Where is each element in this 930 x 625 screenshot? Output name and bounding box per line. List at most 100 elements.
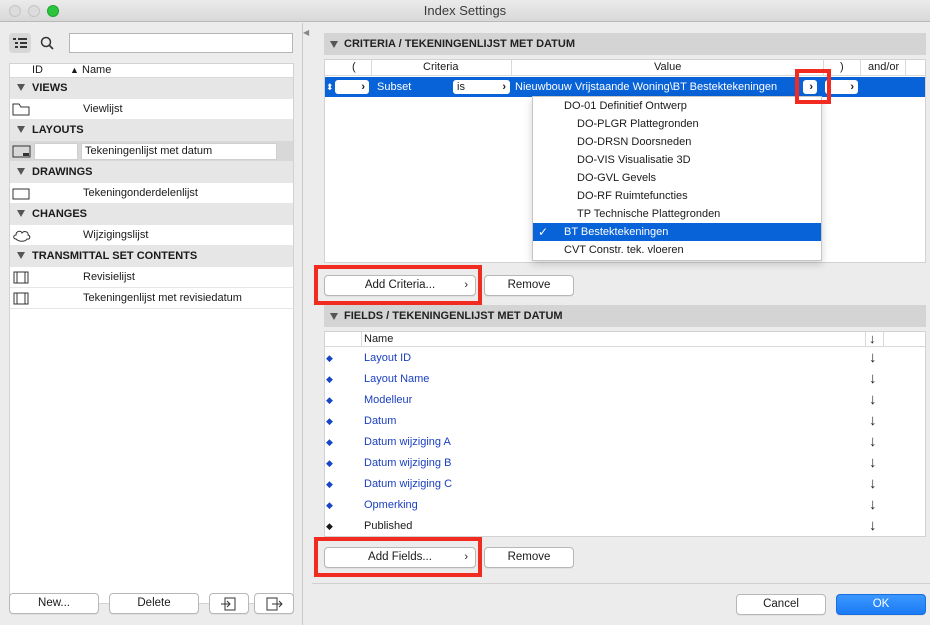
tree-item-tekeningonderdelenlijst[interactable]: Tekeningonderdelenlijst bbox=[10, 183, 293, 204]
highlight-value-popup bbox=[795, 69, 831, 104]
sort-ascending-icon: ▲ bbox=[70, 65, 79, 75]
sort-arrow-icon[interactable]: ↓ bbox=[869, 496, 877, 513]
disclosure-triangle-icon[interactable] bbox=[17, 168, 25, 175]
group-label: VIEWS bbox=[32, 82, 68, 94]
transmittal-icon bbox=[13, 292, 29, 305]
field-row[interactable]: ◆ Opmerking ↓ bbox=[325, 495, 925, 516]
column-name[interactable]: Name bbox=[82, 64, 111, 76]
tree-item-wijzigingslijst[interactable]: Wijzigingslijst bbox=[10, 225, 293, 246]
menu-item[interactable]: CVT Constr. tek. vloeren bbox=[533, 241, 821, 259]
fields-table: Name ↓ ◆ Layout ID ↓ ◆ Layout Name ↓ ◆ Modell… bbox=[324, 331, 926, 537]
disclosure-triangle-icon[interactable] bbox=[17, 210, 25, 217]
remove-fields-button[interactable]: Remove bbox=[484, 547, 574, 568]
field-row[interactable]: ◆ Published ↓ bbox=[325, 516, 925, 537]
sort-arrow-icon[interactable]: ↓ bbox=[869, 370, 877, 387]
disclosure-triangle-icon[interactable] bbox=[330, 41, 338, 48]
row-drag-handle-icon[interactable]: ⬍ bbox=[326, 82, 334, 93]
drag-handle-icon[interactable]: ◆ bbox=[326, 374, 333, 385]
group-layouts[interactable]: LAYOUTS bbox=[10, 120, 293, 141]
left-panel: ID ▲ Name VIEWS Viewlijst LAYOUTS Tekeni… bbox=[0, 23, 303, 625]
ok-button[interactable]: OK bbox=[836, 594, 926, 615]
field-row[interactable]: ◆ Datum wijziging B ↓ bbox=[325, 453, 925, 474]
group-drawings[interactable]: DRAWINGS bbox=[10, 162, 293, 183]
minimize-window-button[interactable] bbox=[28, 5, 40, 17]
disclosure-triangle-icon[interactable] bbox=[17, 252, 25, 259]
drag-handle-icon[interactable]: ◆ bbox=[326, 479, 333, 490]
tree-item-viewlijst[interactable]: Viewlijst bbox=[10, 99, 293, 120]
menu-item[interactable]: DO-RF Ruimtefuncties bbox=[533, 187, 821, 205]
group-transmittal-set-contents[interactable]: TRANSMITTAL SET CONTENTS bbox=[10, 246, 293, 267]
delete-button[interactable]: Delete bbox=[109, 593, 199, 614]
menu-item[interactable]: DO-01 Definitief Ontwerp bbox=[533, 97, 821, 115]
field-row[interactable]: ◆ Datum ↓ bbox=[325, 411, 925, 432]
criteria-row[interactable]: ⬍ › Subset is › Nieuwbouw Vrijstaande Won… bbox=[325, 77, 925, 97]
index-tree: ID ▲ Name VIEWS Viewlijst LAYOUTS Tekeni… bbox=[9, 63, 294, 604]
search-icon bbox=[40, 36, 54, 50]
sort-arrow-icon[interactable]: ↓ bbox=[869, 433, 877, 450]
drag-handle-icon[interactable]: ◆ bbox=[326, 458, 333, 469]
drag-handle-icon[interactable]: ◆ bbox=[326, 416, 333, 427]
menu-item[interactable]: DO-PLGR Plattegronden bbox=[533, 115, 821, 133]
menu-item[interactable]: DO-VIS Visualisatie 3D bbox=[533, 151, 821, 169]
fields-panel-title[interactable]: FIELDS / TEKENINGENLIJST MET DATUM bbox=[324, 305, 926, 327]
group-changes[interactable]: CHANGES bbox=[10, 204, 293, 225]
drag-handle-icon[interactable]: ◆ bbox=[326, 521, 333, 532]
sort-arrow-icon[interactable]: ↓ bbox=[869, 517, 877, 534]
drag-handle-icon[interactable]: ◆ bbox=[326, 500, 333, 511]
remove-criteria-button[interactable]: Remove bbox=[484, 275, 574, 296]
menu-item-selected[interactable]: ✓ BT Bestektekeningen bbox=[533, 223, 821, 241]
zoom-window-button[interactable] bbox=[47, 5, 59, 17]
field-row[interactable]: ◆ Modelleur ↓ bbox=[325, 390, 925, 411]
criteria-panel-title[interactable]: CRITERIA / TEKENINGENLIJST MET DATUM bbox=[324, 33, 926, 55]
group-label: TRANSMITTAL SET CONTENTS bbox=[32, 250, 198, 262]
group-views[interactable]: VIEWS bbox=[10, 78, 293, 99]
search-input[interactable] bbox=[69, 33, 293, 53]
field-row[interactable]: ◆ Layout ID ↓ bbox=[325, 348, 925, 369]
field-name: Modelleur bbox=[364, 394, 413, 406]
id-field[interactable] bbox=[34, 143, 78, 160]
criteria-value[interactable]: Subset bbox=[377, 81, 411, 93]
drag-handle-icon[interactable]: ◆ bbox=[326, 395, 333, 406]
menu-item[interactable]: TP Technische Plattegronden bbox=[533, 205, 821, 223]
menu-item[interactable]: DO-GVL Gevels bbox=[533, 169, 821, 187]
disclosure-triangle-icon[interactable] bbox=[330, 313, 338, 320]
field-name: Published bbox=[364, 520, 413, 532]
cancel-button[interactable]: Cancel bbox=[736, 594, 826, 615]
search-toggle[interactable] bbox=[36, 33, 58, 53]
field-row[interactable]: ◆ Datum wijziging C ↓ bbox=[325, 474, 925, 495]
sort-column-header[interactable]: ↓ bbox=[869, 331, 876, 346]
drag-handle-icon[interactable]: ◆ bbox=[326, 437, 333, 448]
header-criteria: Criteria bbox=[423, 61, 459, 73]
tree-header: ID ▲ Name bbox=[10, 64, 293, 78]
new-button[interactable]: New... bbox=[9, 593, 99, 614]
open-paren-popup[interactable]: › bbox=[335, 80, 369, 94]
group-label: DRAWINGS bbox=[32, 166, 93, 178]
export-button[interactable] bbox=[254, 593, 294, 614]
field-row[interactable]: ◆ Layout Name ↓ bbox=[325, 369, 925, 390]
operator-popup[interactable]: is › bbox=[453, 80, 510, 94]
tree-item-tekeningenlijst-met-revisiedatum[interactable]: Tekeningenlijst met revisiedatum bbox=[10, 288, 293, 309]
value-text[interactable]: Nieuwbouw Vrijstaande Woning\BT Bestekte… bbox=[515, 81, 777, 93]
sort-arrow-icon[interactable]: ↓ bbox=[869, 475, 877, 492]
column-id[interactable]: ID bbox=[32, 64, 43, 76]
disclosure-triangle-icon[interactable] bbox=[17, 126, 25, 133]
sort-arrow-icon[interactable]: ↓ bbox=[869, 391, 877, 408]
menu-item[interactable]: DO-DRSN Doorsneden bbox=[533, 133, 821, 151]
tree-item-tekeningenlijst-met-datum[interactable]: Tekeningenlijst met datum bbox=[10, 141, 293, 162]
field-name: Layout ID bbox=[364, 352, 412, 364]
window-title: Index Settings bbox=[423, 3, 507, 18]
split-handle[interactable]: ◀ bbox=[303, 28, 309, 37]
tree-view-toggle[interactable] bbox=[9, 33, 31, 53]
sort-arrow-icon[interactable]: ↓ bbox=[869, 412, 877, 429]
drawing-icon bbox=[12, 188, 30, 200]
layout-icon bbox=[12, 145, 31, 158]
tree-item-revisielijst[interactable]: Revisielijst bbox=[10, 267, 293, 288]
sort-arrow-icon[interactable]: ↓ bbox=[869, 454, 877, 471]
header-and-or: and/or bbox=[868, 61, 900, 73]
close-window-button[interactable] bbox=[9, 5, 21, 17]
import-button[interactable] bbox=[209, 593, 249, 614]
drag-handle-icon[interactable]: ◆ bbox=[326, 353, 333, 364]
sort-arrow-icon[interactable]: ↓ bbox=[869, 349, 877, 366]
field-row[interactable]: ◆ Datum wijziging A ↓ bbox=[325, 432, 925, 453]
disclosure-triangle-icon[interactable] bbox=[17, 84, 25, 91]
